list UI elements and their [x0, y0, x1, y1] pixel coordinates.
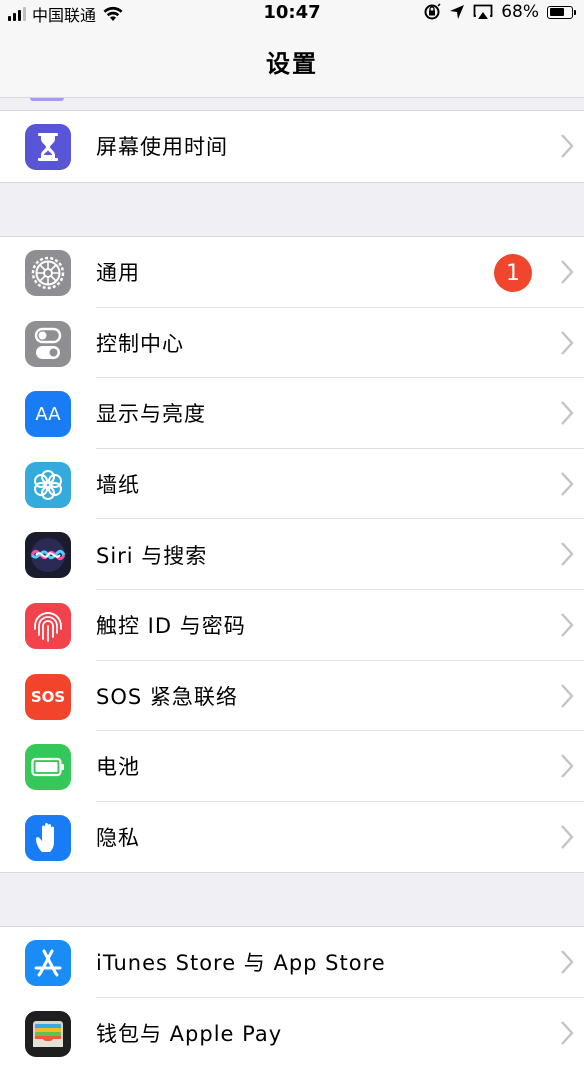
chevron-right-icon	[561, 134, 574, 158]
text-size-icon: AA	[25, 391, 71, 438]
chevron-right-icon	[561, 1020, 574, 1045]
settings-row-label: 通用	[96, 261, 140, 286]
settings-row-battery[interactable]: 电池	[0, 731, 584, 802]
chevron-right-icon	[561, 683, 574, 708]
settings-row-label: iTunes Store 与 App Store	[96, 951, 386, 976]
settings-row-wallpaper[interactable]: 墙纸	[0, 449, 584, 520]
sos-icon: SOS	[25, 673, 71, 720]
settings-row-wallet-apple-pay[interactable]: 钱包与 Apple Pay	[0, 998, 584, 1068]
airplay-icon	[473, 4, 493, 19]
settings-row-emergency-sos[interactable]: SOS SOS 紧急联络	[0, 661, 584, 732]
battery-percent: 68%	[501, 2, 539, 22]
settings-row-label: 墙纸	[96, 473, 140, 498]
settings-row-general[interactable]: 通用 1	[0, 237, 584, 308]
settings-row-label: 显示与亮度	[96, 402, 206, 427]
settings-row-control-center[interactable]: 控制中心	[0, 308, 584, 379]
siri-icon	[25, 532, 71, 579]
fingerprint-icon	[25, 602, 71, 649]
chevron-right-icon	[561, 950, 574, 974]
settings-row-label: Siri 与搜索	[96, 543, 208, 568]
settings-row-label: SOS 紧急联络	[96, 684, 238, 709]
icon-text: AA	[35, 403, 61, 425]
settings-row-label: 钱包与 Apple Pay	[96, 1021, 283, 1046]
chevron-right-icon	[561, 754, 574, 778]
gear-icon	[25, 250, 71, 296]
settings-row-touch-id-passcode[interactable]: 触控 ID 与密码	[0, 590, 584, 661]
settings-row-privacy[interactable]: 隐私	[0, 802, 584, 873]
navigation-bar: 设置	[0, 26, 584, 98]
icon-text: SOS	[30, 687, 66, 706]
chevron-right-icon	[561, 824, 574, 849]
settings-row-itunes-app-store[interactable]: iTunes Store 与 App Store	[0, 927, 584, 998]
settings-group-stores: iTunes Store 与 App Store 钱包与 Apple Pay	[0, 926, 584, 1068]
location-icon	[450, 5, 465, 19]
wallpaper-flower-icon	[25, 461, 71, 508]
status-bar: 中国联通 10:47 68%	[0, 0, 584, 26]
chevron-right-icon	[561, 613, 574, 637]
page-title: 设置	[266, 50, 318, 78]
settings-row-display-brightness[interactable]: AA 显示与亮度	[0, 378, 584, 449]
status-right: 68%	[423, 2, 576, 22]
wallet-icon	[25, 1010, 71, 1057]
chevron-right-icon	[561, 542, 574, 567]
battery-icon	[25, 744, 71, 791]
settings-row-label: 触控 ID 与密码	[96, 614, 246, 639]
settings-group-screen-time: 屏幕使用时间	[0, 110, 584, 183]
chevron-right-icon	[561, 471, 574, 496]
settings-row-label: 控制中心	[96, 331, 184, 356]
settings-row-screen-time[interactable]: 屏幕使用时间	[0, 111, 584, 182]
settings-row-label: 隐私	[96, 826, 140, 851]
settings-row-label: 电池	[96, 755, 140, 780]
chevron-right-icon	[561, 330, 574, 355]
battery-icon	[547, 5, 576, 19]
notification-badge: 1	[494, 254, 532, 292]
hand-icon	[25, 814, 71, 861]
hourglass-icon	[25, 124, 71, 170]
orientation-lock-icon	[424, 3, 441, 20]
toggle-icon	[25, 320, 71, 367]
settings-group-general: 通用 1 控制中心 AA 显示与亮度 墙纸 Siri 与搜索 触控 ID 与密码…	[0, 236, 584, 874]
settings-row-siri-search[interactable]: Siri 与搜索	[0, 519, 584, 590]
app-store-icon	[25, 940, 71, 986]
chevron-right-icon	[561, 401, 574, 425]
settings-row-label: 屏幕使用时间	[96, 135, 228, 160]
chevron-right-icon	[561, 260, 574, 284]
scrolled-row-peek	[30, 98, 64, 101]
